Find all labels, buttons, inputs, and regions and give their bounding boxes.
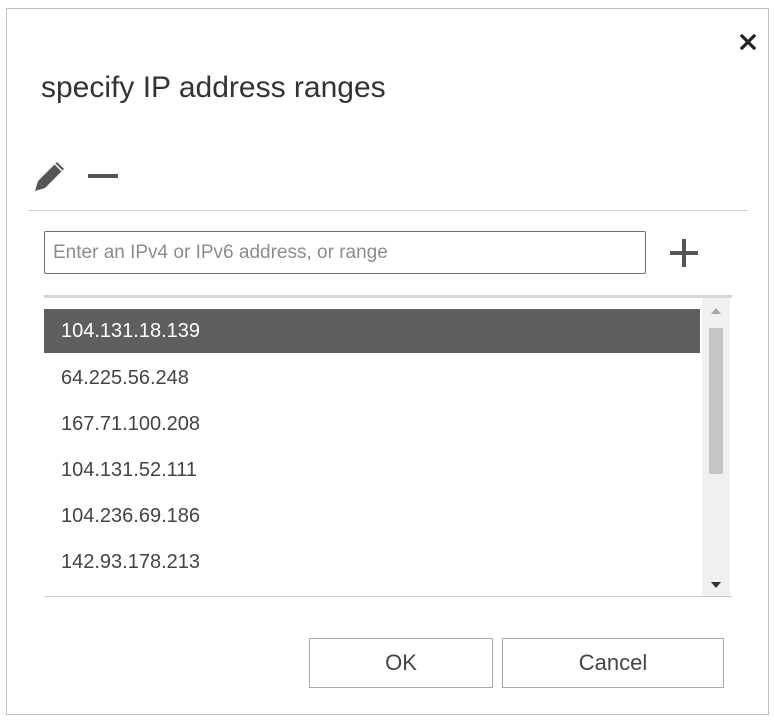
scroll-up-button[interactable]: [702, 300, 730, 322]
ip-address-input[interactable]: [44, 231, 646, 274]
cancel-button[interactable]: Cancel: [502, 638, 724, 688]
ip-address-list: 104.131.18.139 64.225.56.248 167.71.100.…: [44, 295, 732, 597]
scroll-thumb[interactable]: [709, 328, 723, 474]
list-scrollbar[interactable]: [702, 298, 730, 596]
close-icon: [740, 34, 756, 50]
close-button[interactable]: [733, 27, 763, 57]
ip-range-dialog: specify IP address ranges 104.131.18.139…: [6, 8, 769, 715]
dialog-title: specify IP address ranges: [41, 71, 386, 104]
list-item[interactable]: 167.71.100.208: [44, 401, 700, 447]
list-item[interactable]: 142.93.178.213: [44, 539, 700, 585]
pencil-icon: [35, 162, 64, 191]
scroll-down-button[interactable]: [702, 574, 730, 596]
edit-button[interactable]: [31, 157, 69, 195]
remove-button[interactable]: [83, 157, 123, 195]
plus-icon: [670, 239, 698, 267]
scroll-down-arrow-icon: [711, 582, 721, 588]
ip-list-items: 104.131.18.139 64.225.56.248 167.71.100.…: [44, 309, 700, 585]
list-item[interactable]: 104.236.69.186: [44, 493, 700, 539]
minus-icon: [88, 174, 118, 178]
list-item[interactable]: 104.131.18.139: [44, 309, 700, 353]
list-item[interactable]: 64.225.56.248: [44, 355, 700, 401]
ok-button[interactable]: OK: [309, 638, 493, 688]
toolbar-divider: [28, 210, 748, 211]
scroll-up-arrow-icon: [711, 308, 721, 314]
add-button[interactable]: [662, 231, 706, 275]
list-item[interactable]: 104.131.52.111: [44, 447, 700, 493]
